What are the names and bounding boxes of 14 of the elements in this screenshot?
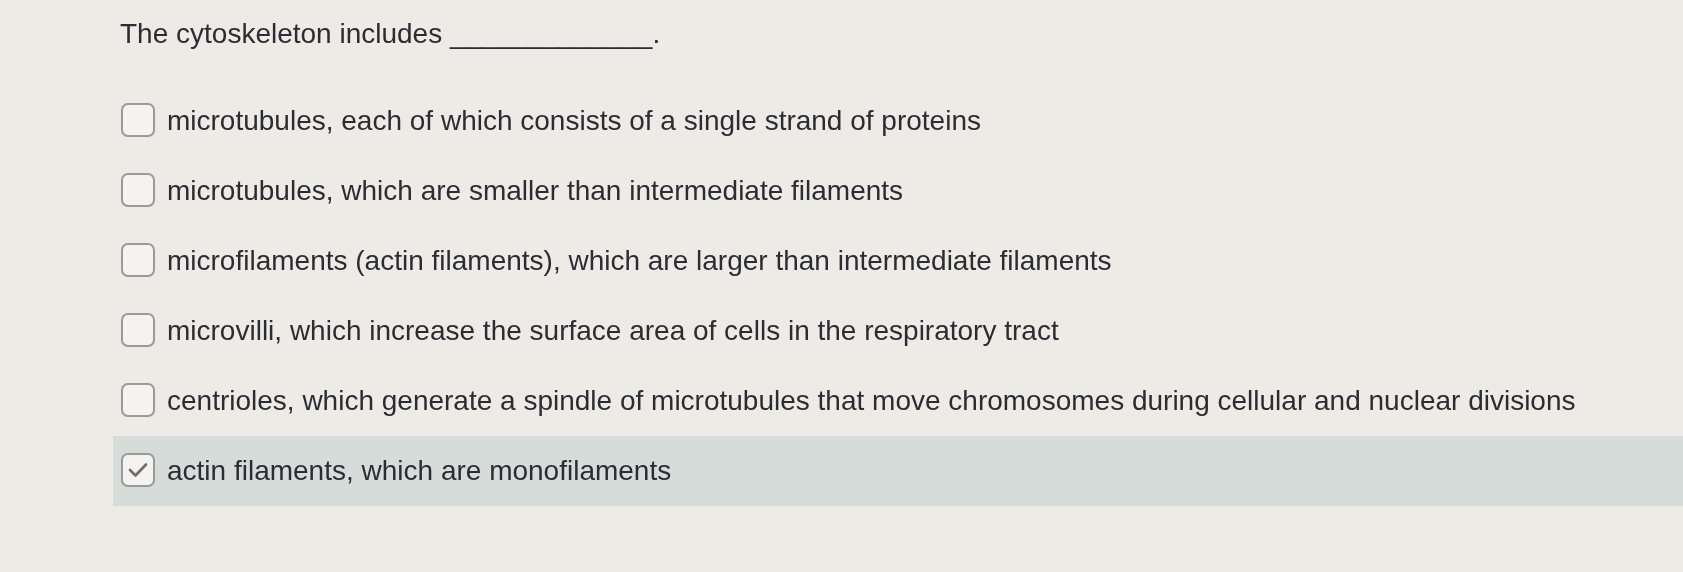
checkbox[interactable] <box>121 383 155 417</box>
checkbox[interactable] <box>121 243 155 277</box>
option-label: microvilli, which increase the surface area of cells in the respiratory tract <box>167 314 1059 348</box>
check-icon <box>128 462 148 478</box>
checkbox[interactable] <box>121 173 155 207</box>
checkbox[interactable] <box>121 453 155 487</box>
checkbox[interactable] <box>121 313 155 347</box>
question-text: The cytoskeleton includes _____________. <box>120 17 661 51</box>
option-label: microtubules, which are smaller than intermediate filaments <box>167 174 904 208</box>
option-label: actin filaments, which are monofilaments <box>167 454 672 488</box>
option-label: microfilaments (actin filaments), which are larger than intermediate filaments <box>167 244 1112 278</box>
option-label: centrioles, which generate a spindle of microtubules that move chromosomes during cellular and nuclear divisions <box>167 384 1576 418</box>
checkbox[interactable] <box>121 103 155 137</box>
option-label: microtubules, each of which consists of a single strand of proteins <box>167 104 981 138</box>
